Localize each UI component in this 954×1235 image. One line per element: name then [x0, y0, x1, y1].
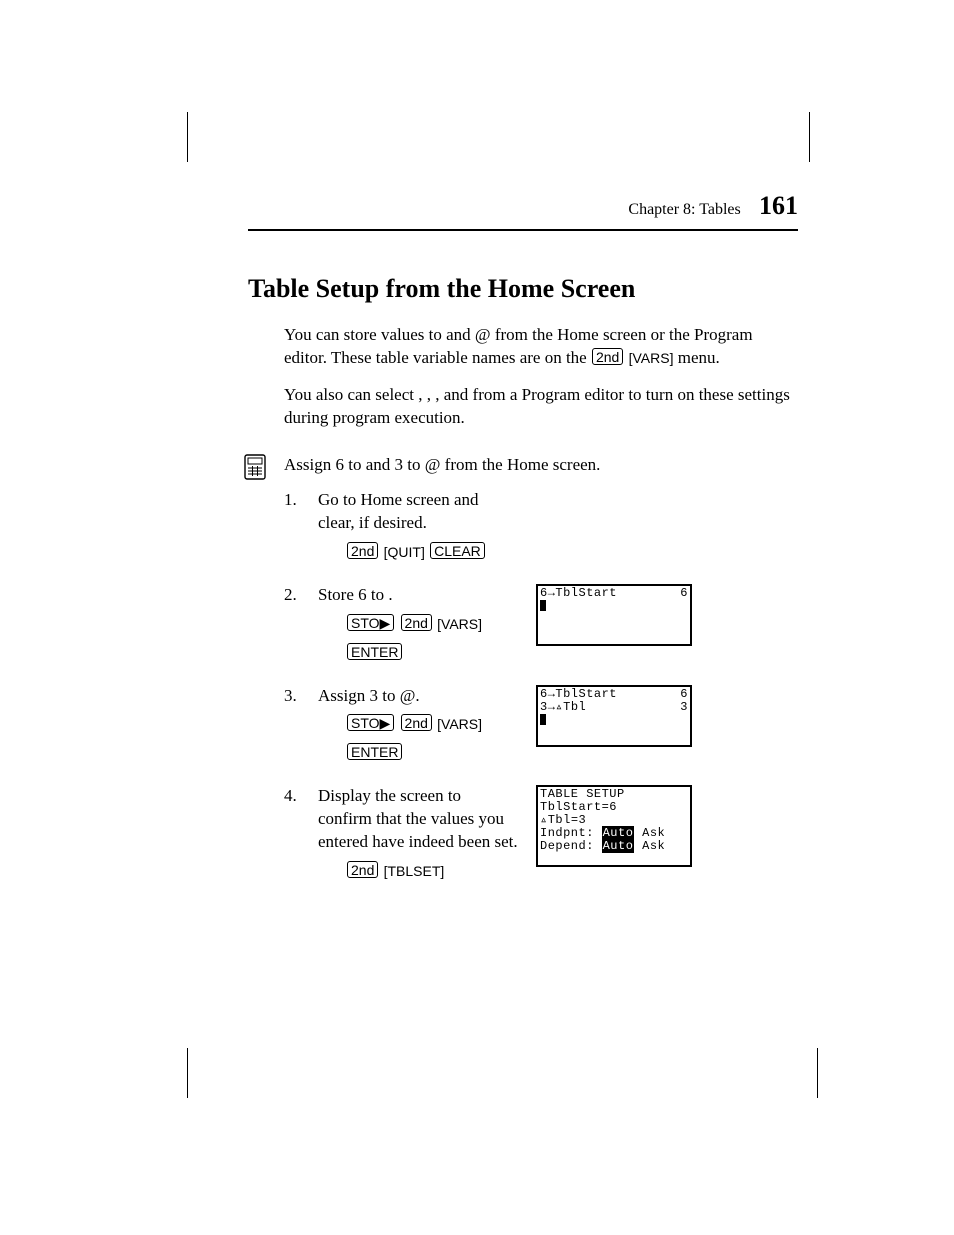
key-sto: STO▶: [347, 714, 394, 731]
calculator-screenshot: 6→TblStart6: [536, 584, 692, 646]
softkey-vars: [VARS]: [437, 616, 482, 632]
calculator-screenshot: 6→TblStart6 3→▵Tbl3: [536, 685, 692, 747]
key-2nd: 2nd: [401, 614, 432, 631]
softkey-vars: [VARS]: [437, 716, 482, 732]
section-heading: Table Setup from the Home Screen: [248, 271, 798, 306]
softkey-tblset: [TBLSET]: [384, 863, 445, 879]
chapter-label: Chapter 8: Tables: [628, 201, 740, 218]
key-2nd: 2nd: [401, 714, 432, 731]
list-item: 1. Go to Home screen and clear, if desir…: [284, 489, 798, 564]
cursor-icon: [540, 600, 546, 611]
list-item: 4. Display the screen to confirm that th…: [284, 785, 798, 883]
key-2nd: 2nd: [592, 348, 623, 365]
running-header: Chapter 8: Tables 161: [248, 188, 798, 231]
calculator-screenshot: TABLE SETUP TblStart=6 ▵Tbl=3 Indpnt: Au…: [536, 785, 692, 867]
paragraph: You can store values to and @ from the H…: [284, 324, 798, 370]
key-2nd: 2nd: [347, 861, 378, 878]
key-enter: ENTER: [347, 643, 402, 660]
page-content: Chapter 8: Tables 161 Table Setup from t…: [248, 188, 798, 903]
key-2nd: 2nd: [347, 542, 378, 559]
example-intro: Assign 6 to and 3 to @ from the Home scr…: [284, 454, 798, 477]
key-clear: CLEAR: [430, 542, 485, 559]
step-list: 1. Go to Home screen and clear, if desir…: [284, 489, 798, 883]
paragraph: You also can select , , , and from a Pro…: [284, 384, 798, 430]
softkey-vars: [VARS]: [629, 350, 674, 366]
calculator-icon: [244, 454, 266, 480]
key-enter: ENTER: [347, 743, 402, 760]
list-item: 3. Assign 3 to @. STO▶ 2nd [VARS] ENTER …: [284, 685, 798, 766]
list-item: 2. Store 6 to . STO▶ 2nd [VARS] ENTER 6→…: [284, 584, 798, 665]
key-sto: STO▶: [347, 614, 394, 631]
page-number: 161: [759, 191, 798, 220]
cursor-icon: [540, 714, 546, 725]
softkey-quit: [QUIT]: [384, 544, 425, 560]
